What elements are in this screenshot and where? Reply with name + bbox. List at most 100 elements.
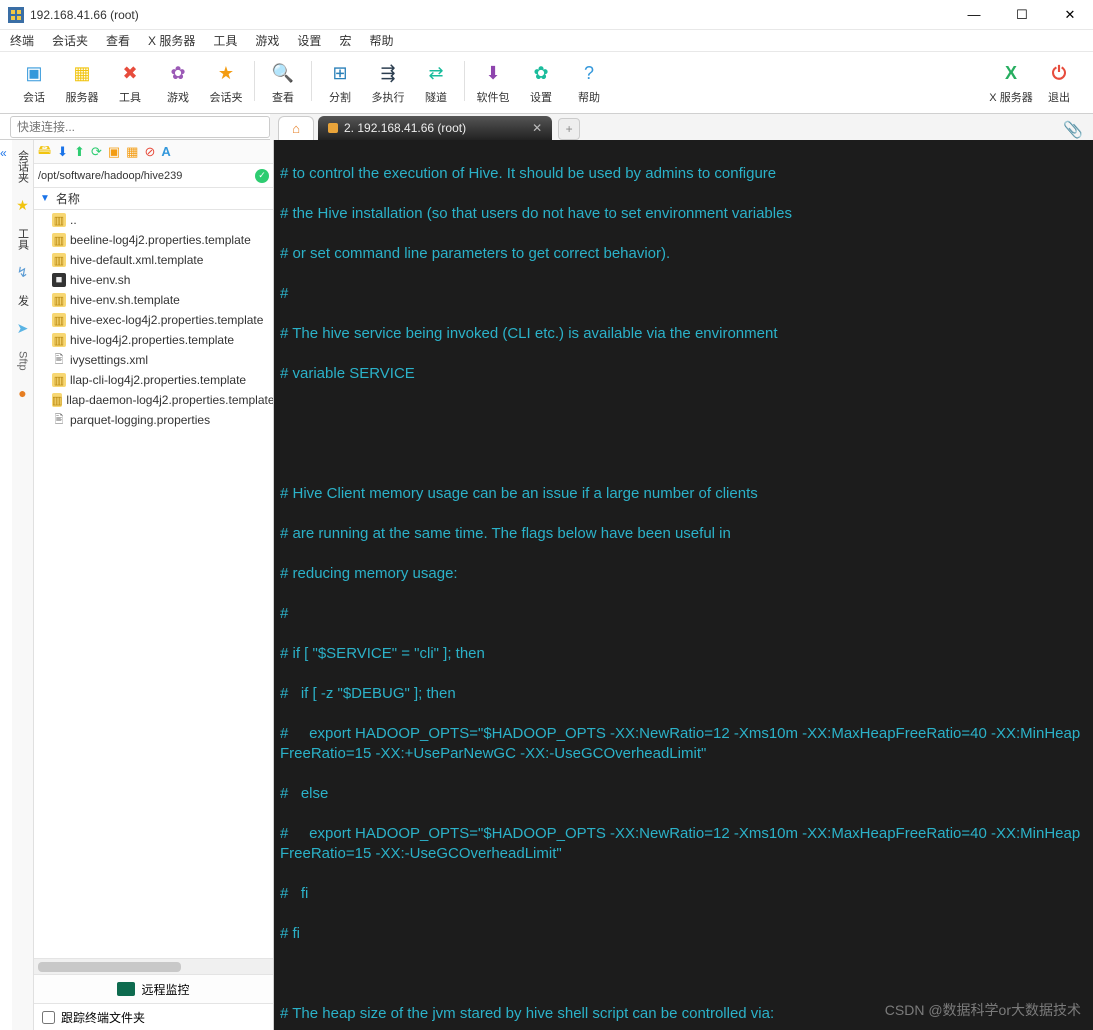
file-name: llap-daemon-log4j2.properties.template: [66, 393, 273, 407]
tb-1[interactable]: ▦服务器: [58, 61, 106, 105]
file-row[interactable]: ▥ hive-default.xml.template: [34, 250, 273, 270]
side-tab-send[interactable]: 发: [15, 291, 31, 310]
h-scrollbar[interactable]: [34, 958, 273, 974]
side-tab-sessions[interactable]: 会话夹: [15, 146, 31, 187]
delete-icon[interactable]: ⊘: [144, 144, 155, 160]
file-name: hive-env.sh.template: [70, 293, 180, 307]
file-icon: ▥: [52, 293, 66, 307]
tbr-0[interactable]: XX 服务器: [987, 61, 1035, 105]
tb-9[interactable]: ⬇软件包: [469, 61, 517, 105]
close-button[interactable]: ✕: [1055, 7, 1085, 23]
tool-icon[interactable]: ↯: [17, 264, 29, 281]
tb-2[interactable]: ✖工具: [106, 61, 154, 105]
window-title: 192.168.41.66 (root): [30, 8, 959, 22]
path-text: /opt/software/hadoop/hive239: [38, 170, 182, 182]
file-name: hive-env.sh: [70, 273, 130, 287]
file-row[interactable]: ▥ llap-daemon-log4j2.properties.template: [34, 390, 273, 410]
follow-terminal-row: 跟踪终端文件夹: [34, 1004, 273, 1030]
toolbar: ▣会话▦服务器✖工具✿游戏★会话夹🔍查看⊞分割⇶多执行⇄隧道⬇软件包✿设置?帮助…: [0, 52, 1093, 114]
tb-6[interactable]: ⊞分割: [316, 61, 364, 105]
menu-terminal[interactable]: 终端: [10, 32, 34, 49]
star-icon[interactable]: ★: [16, 197, 29, 214]
column-name: 名称: [56, 190, 80, 207]
file-icon: ▥: [52, 253, 66, 267]
sort-arrow-icon: ▼: [40, 193, 50, 204]
collapse-handle[interactable]: «: [0, 140, 12, 1030]
tab-label: 2. 192.168.41.66 (root): [344, 121, 466, 135]
side-tab-tools[interactable]: 工具: [15, 224, 31, 254]
send-icon[interactable]: ➤: [17, 320, 29, 337]
tb-8[interactable]: ⇄隧道: [412, 61, 460, 105]
newfolder2-icon[interactable]: ▦: [126, 144, 138, 160]
file-row[interactable]: ▥ beeline-log4j2.properties.template: [34, 230, 273, 250]
tbr-1[interactable]: ⏻退出: [1035, 61, 1083, 105]
menu-sessions[interactable]: 会话夹: [52, 32, 88, 49]
paperclip-icon[interactable]: 📎: [1063, 120, 1083, 140]
path-bar[interactable]: /opt/software/hadoop/hive239 ✓: [34, 164, 273, 188]
file-row[interactable]: ▥ llap-cli-log4j2.properties.template: [34, 370, 273, 390]
menu-help[interactable]: 帮助: [369, 32, 393, 49]
tab-terminal-active[interactable]: 2. 192.168.41.66 (root) ✕: [318, 116, 552, 140]
tb-7[interactable]: ⇶多执行: [364, 61, 412, 105]
file-icon: 🖹: [52, 353, 66, 367]
updir-label: ..: [70, 213, 77, 227]
window-controls: — ☐ ✕: [959, 7, 1085, 23]
drive-icon[interactable]: 🖴: [38, 141, 51, 163]
menu-view[interactable]: 查看: [106, 32, 130, 49]
file-name: llap-cli-log4j2.properties.template: [70, 373, 246, 387]
quick-connect-input[interactable]: [10, 116, 270, 138]
file-row[interactable]: ▥hive-exec-log4j2.properties.template: [34, 310, 273, 330]
tb-3[interactable]: ✿游戏: [154, 61, 202, 105]
file-row[interactable]: ▥ hive-log4j2.properties.template: [34, 330, 273, 350]
menu-bar: 终端 会话夹 查看 X 服务器 工具 游戏 设置 宏 帮助: [0, 30, 1093, 52]
file-icon: ▥: [52, 313, 66, 327]
menu-tools[interactable]: 工具: [213, 32, 237, 49]
tab-close-icon[interactable]: ✕: [532, 121, 542, 135]
follow-label: 跟踪终端文件夹: [61, 1009, 145, 1026]
tab-new[interactable]: +: [558, 118, 580, 140]
follow-checkbox[interactable]: [42, 1011, 55, 1024]
tab-row: ⌂ 2. 192.168.41.66 (root) ✕ + 📎: [270, 114, 1093, 140]
tb-10[interactable]: ✿设置: [517, 61, 565, 105]
tb-5[interactable]: 🔍查看: [259, 61, 307, 105]
file-name: hive-log4j2.properties.template: [70, 333, 234, 347]
file-icon: ▥: [52, 233, 66, 247]
watermark: CSDN @数据科学or大数据技术: [885, 1000, 1081, 1020]
download-icon[interactable]: ⬇: [57, 144, 68, 160]
tb-4[interactable]: ★会话夹: [202, 61, 250, 105]
file-row[interactable]: ■hive-env.sh: [34, 270, 273, 290]
text-icon[interactable]: A: [161, 144, 170, 159]
tb-0[interactable]: ▣会话: [10, 61, 58, 105]
file-name: ivysettings.xml: [70, 353, 148, 367]
menu-settings[interactable]: 设置: [297, 32, 321, 49]
quickbar: ⌂ 2. 192.168.41.66 (root) ✕ + 📎: [0, 114, 1093, 140]
file-name: hive-default.xml.template: [70, 253, 203, 267]
globe-icon[interactable]: ●: [18, 385, 26, 401]
maximize-button[interactable]: ☐: [1007, 7, 1037, 23]
file-row[interactable]: 🖹 ivysettings.xml: [34, 350, 273, 370]
side-tab-sftp[interactable]: Sftp: [17, 347, 29, 375]
title-bar: 192.168.41.66 (root) — ☐ ✕: [0, 0, 1093, 30]
file-icon: ▥: [52, 333, 66, 347]
column-header[interactable]: ▼ 名称: [34, 188, 273, 210]
file-row[interactable]: 🖹parquet-logging.properties: [34, 410, 273, 430]
updir-row[interactable]: ▥ ..: [34, 210, 273, 230]
file-icon: ▥: [52, 373, 66, 387]
file-panel-toolbar: 🖴 ⬇ ⬆ ⟳ ▣ ▦ ⊘ A: [34, 140, 273, 164]
terminal[interactable]: # to control the execution of Hive. It s…: [274, 140, 1093, 1030]
terminal-icon: [328, 123, 338, 133]
tb-11[interactable]: ?帮助: [565, 61, 613, 105]
file-name: beeline-log4j2.properties.template: [70, 233, 251, 247]
menu-macros[interactable]: 宏: [339, 32, 351, 49]
tab-home[interactable]: ⌂: [278, 116, 314, 140]
file-icon: ▥: [52, 393, 62, 407]
menu-games[interactable]: 游戏: [255, 32, 279, 49]
newfolder-icon[interactable]: ▣: [108, 144, 120, 160]
remote-monitor-label: 远程监控: [141, 981, 189, 998]
upload-icon[interactable]: ⬆: [74, 144, 85, 160]
remote-monitor-button[interactable]: 远程监控: [34, 974, 273, 1004]
file-row[interactable]: ▥ hive-env.sh.template: [34, 290, 273, 310]
minimize-button[interactable]: —: [959, 7, 989, 23]
menu-xserver[interactable]: X 服务器: [148, 32, 195, 49]
refresh-icon[interactable]: ⟳: [91, 144, 102, 160]
